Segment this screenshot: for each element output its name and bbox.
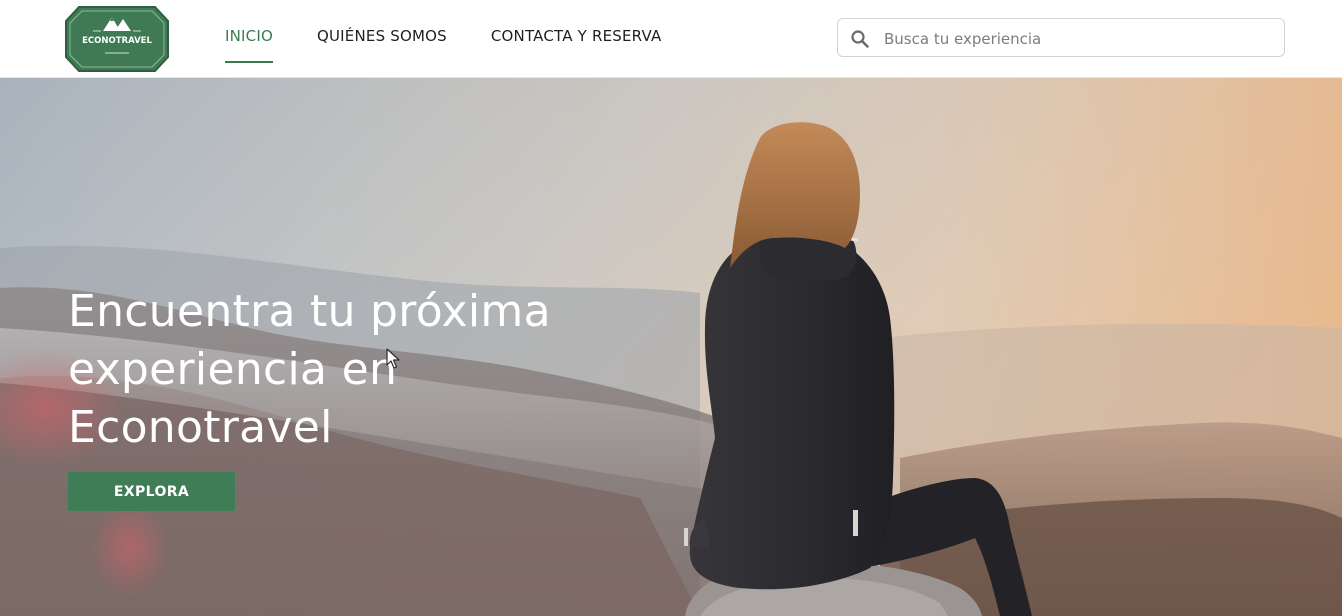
- search-box: [837, 18, 1285, 58]
- explora-button[interactable]: EXPLORA: [68, 472, 235, 511]
- mouse-cursor-icon: [386, 348, 400, 369]
- nav-quienes-somos[interactable]: QUIÉNES SOMOS: [317, 27, 447, 57]
- nav-inicio[interactable]: INICIO: [225, 27, 273, 63]
- mountain-logo-icon: ECONOTRAVEL: [65, 6, 169, 72]
- logo-text: ECONOTRAVEL: [82, 36, 152, 46]
- nav-contacta-y-reserva[interactable]: CONTACTA Y RESERVA: [491, 27, 662, 57]
- hero-title-line-2: experiencia en: [68, 344, 398, 395]
- main-nav: INICIO QUIÉNES SOMOS CONTACTA Y RESERVA: [225, 27, 662, 63]
- hero-title: Encuentra tu próxima experiencia en Econ…: [68, 283, 668, 457]
- hero-title-line-3: Econotravel: [68, 402, 333, 453]
- search-input[interactable]: [882, 19, 1276, 58]
- search-icon[interactable]: [850, 29, 870, 49]
- brand-logo[interactable]: ECONOTRAVEL: [65, 5, 169, 73]
- hero-title-line-1: Encuentra tu próxima: [68, 286, 551, 337]
- site-header: ECONOTRAVEL INICIO QUIÉNES SOMOS CONTACT…: [0, 0, 1342, 78]
- hero-section: Encuentra tu próxima experiencia en Econ…: [0, 78, 1342, 616]
